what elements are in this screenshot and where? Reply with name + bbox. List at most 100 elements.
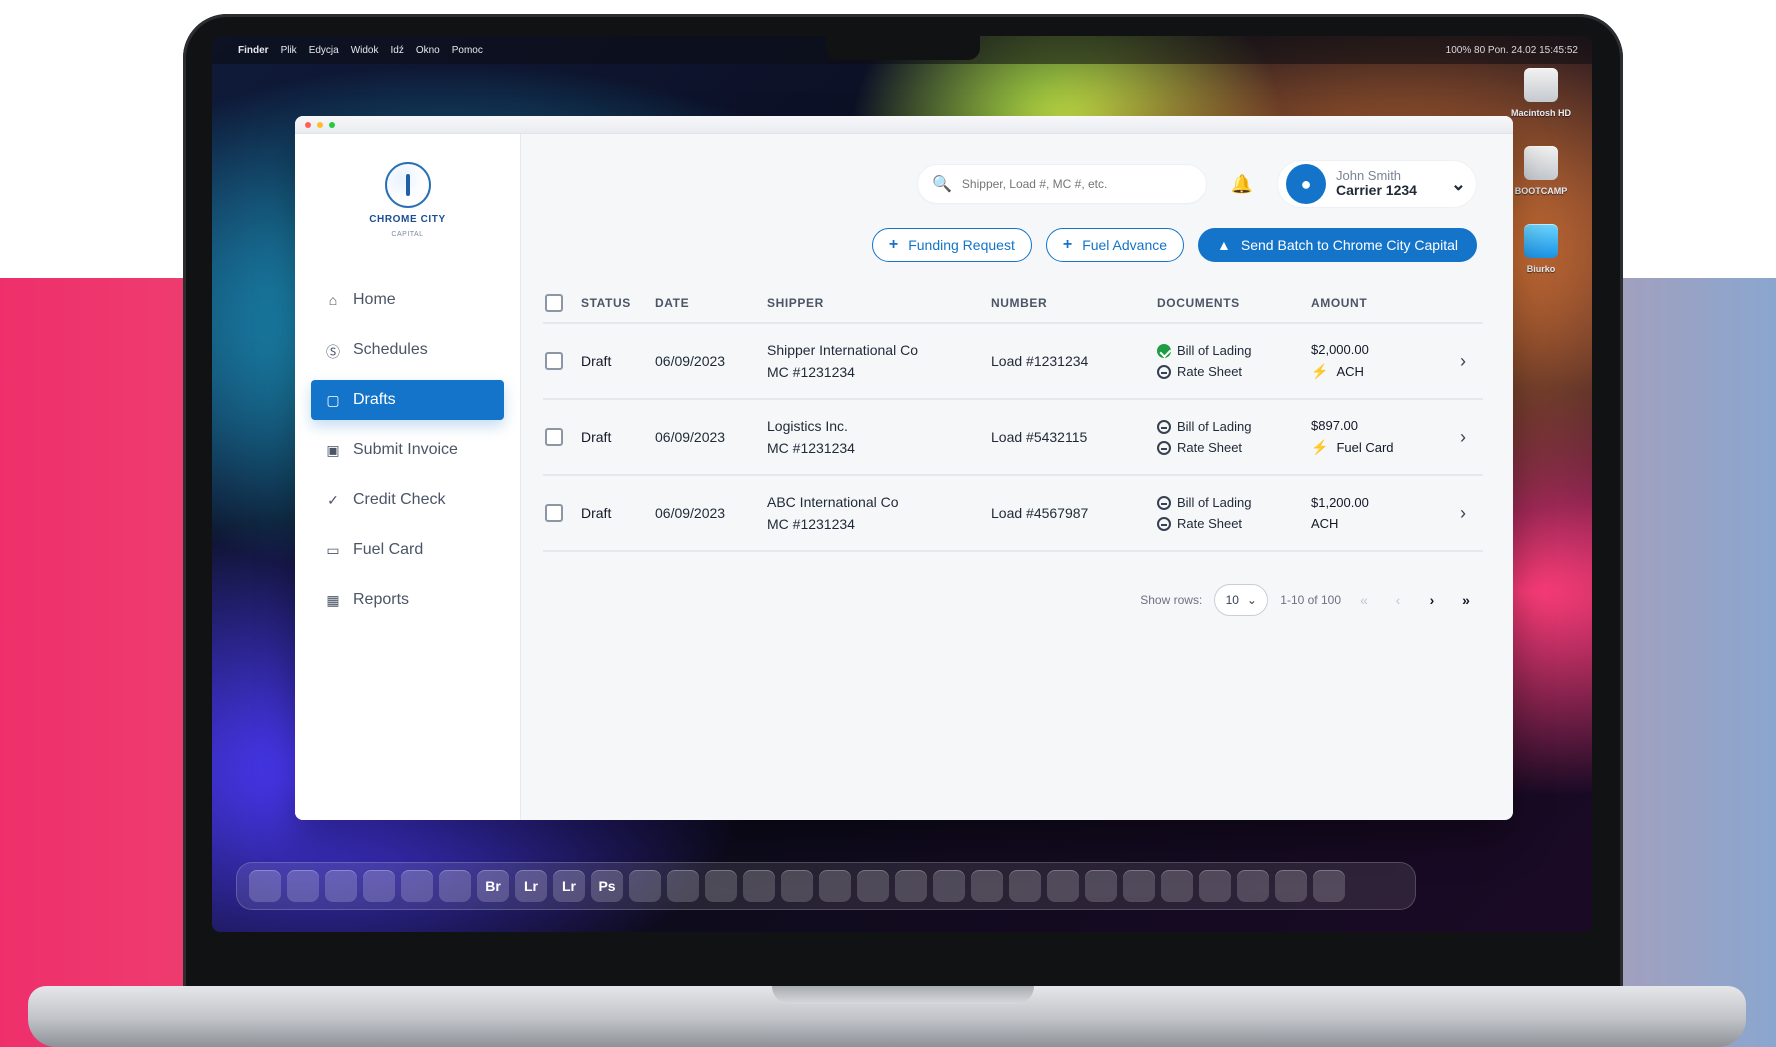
check-circle-icon (1157, 343, 1171, 358)
sidebar-item-drafts[interactable]: ▢ Drafts (311, 380, 504, 420)
maps-icon[interactable] (819, 870, 851, 902)
row-checkbox[interactable] (545, 504, 581, 522)
row-status: Draft (581, 353, 612, 369)
system-preferences-icon[interactable] (1199, 870, 1231, 902)
funding-request-button[interactable]: + Funding Request (871, 228, 1032, 262)
finder-icon[interactable] (249, 870, 281, 902)
menubar-right: 100% 80 Pon. 24.02 15:45:52 (1446, 45, 1578, 56)
menubar-item[interactable]: Widok (351, 45, 379, 56)
app-store-icon[interactable] (1161, 870, 1193, 902)
launchpad-icon[interactable] (325, 870, 357, 902)
next-page-icon[interactable]: › (1421, 589, 1443, 611)
calendar-icon[interactable] (743, 870, 775, 902)
mail-icon[interactable] (1009, 870, 1041, 902)
row-checkbox[interactable] (545, 352, 581, 370)
keynote-icon[interactable] (895, 870, 927, 902)
notifications-bell-icon[interactable]: 🔔 (1225, 167, 1259, 201)
row-amount-value: $1,200.00 (1311, 495, 1369, 510)
sidebar-item-home[interactable]: ⌂ Home (311, 280, 504, 320)
lightroom-icon[interactable]: Lr (553, 870, 585, 902)
menubar-app-name[interactable]: Finder (238, 45, 269, 56)
menubar-item[interactable]: Pomoc (452, 45, 483, 56)
sidebar-item-credit-check[interactable]: ✓ Credit Check (311, 480, 504, 520)
chevron-right-icon[interactable]: › (1460, 351, 1466, 372)
document-label: Rate Sheet (1177, 364, 1243, 379)
chevron-down-icon[interactable]: ⌄ (1451, 174, 1466, 195)
menubar-item[interactable]: Edycja (309, 45, 339, 56)
rows-per-page-select[interactable]: 10 ⌄ (1214, 584, 1269, 616)
table-row[interactable]: Draft 06/09/2023 ABC International Co MC… (543, 476, 1483, 552)
chevron-right-icon[interactable]: › (1460, 427, 1466, 448)
column-header-amount[interactable]: AMOUNT (1311, 296, 1443, 310)
sidebar-item-schedules[interactable]: Ⓢ Schedules (311, 330, 504, 370)
safari-icon[interactable] (363, 870, 395, 902)
sidebar-item-fuel-card[interactable]: ▭ Fuel Card (311, 530, 504, 570)
trash-icon[interactable] (1313, 870, 1345, 902)
app-window: CHROME CITY CAPITAL ⌂ Home Ⓢ Schedules ▢… (295, 116, 1513, 820)
sidebar-item-reports[interactable]: ▦ Reports (311, 580, 504, 620)
column-header-shipper[interactable]: SHIPPER (767, 296, 991, 310)
column-header-status[interactable]: STATUS (581, 296, 655, 310)
last-page-icon[interactable]: » (1455, 589, 1477, 611)
facetime-icon[interactable] (971, 870, 1003, 902)
photoshop-icon[interactable]: Ps (591, 870, 623, 902)
user-menu[interactable]: ● John Smith Carrier 1234 ⌄ (1277, 160, 1477, 208)
settings-icon[interactable] (401, 870, 433, 902)
column-header-number[interactable]: NUMBER (991, 296, 1157, 310)
row-checkbox[interactable] (545, 428, 581, 446)
document-rate-sheet[interactable]: Rate Sheet (1157, 440, 1311, 455)
document-rate-sheet[interactable]: Rate Sheet (1157, 364, 1311, 379)
search-bar[interactable]: 🔍 (917, 164, 1207, 204)
document-rate-sheet[interactable]: Rate Sheet (1157, 516, 1311, 531)
search-input[interactable] (961, 177, 1192, 191)
bolt-icon: ⚡ (1311, 439, 1329, 455)
table-row[interactable]: Draft 06/09/2023 Logistics Inc. MC #1231… (543, 400, 1483, 476)
numbers-icon[interactable] (705, 870, 737, 902)
logo-bar (405, 174, 410, 196)
messages-icon[interactable] (933, 870, 965, 902)
sidebar-item-submit-invoice[interactable]: ▣ Submit Invoice (311, 430, 504, 470)
row-payment-method: ⚡ ACH (1311, 363, 1443, 380)
document-bill-of-lading[interactable]: Bill of Lading (1157, 495, 1311, 510)
column-header-date[interactable]: DATE (655, 296, 767, 310)
close-window-button[interactable] (305, 121, 311, 128)
notes-icon[interactable] (629, 870, 661, 902)
document-bill-of-lading[interactable]: Bill of Lading (1157, 343, 1311, 358)
fuel-advance-button[interactable]: + Fuel Advance (1045, 228, 1185, 262)
reminders-icon[interactable] (781, 870, 813, 902)
document-bill-of-lading[interactable]: Bill of Lading (1157, 419, 1311, 434)
payment-method-label: Fuel Card (1336, 440, 1394, 455)
spotify-icon[interactable] (1275, 870, 1307, 902)
music-icon[interactable] (1047, 870, 1079, 902)
button-label: Funding Request (908, 237, 1015, 253)
column-header-documents[interactable]: DOCUMENTS (1157, 296, 1311, 310)
desktop-item[interactable]: Biurko (1524, 224, 1558, 274)
chevron-right-icon[interactable]: › (1460, 503, 1466, 524)
podcasts-icon[interactable] (1085, 870, 1117, 902)
desktop-item[interactable]: BOOTCAMP (1515, 146, 1567, 196)
zoom-window-button[interactable] (329, 121, 335, 128)
menubar-item[interactable]: Okno (416, 45, 440, 56)
bridge-app-icon[interactable]: Br (477, 870, 509, 902)
photos-icon[interactable] (857, 870, 889, 902)
select-all-checkbox[interactable] (545, 294, 581, 312)
desktop-item[interactable]: Macintosh HD (1511, 68, 1571, 118)
minus-circle-icon (1157, 419, 1171, 434)
siri-icon[interactable] (287, 870, 319, 902)
app-icon[interactable] (439, 870, 471, 902)
menubar-item[interactable]: Plik (281, 45, 297, 56)
minimize-window-button[interactable] (317, 121, 323, 128)
books-icon[interactable] (1237, 870, 1269, 902)
tv-icon[interactable] (1123, 870, 1155, 902)
lightroom-icon[interactable]: Lr (515, 870, 547, 902)
table-row[interactable]: Draft 06/09/2023 Shipper International C… (543, 324, 1483, 400)
menubar-item[interactable]: Idź (391, 45, 404, 56)
minus-circle-icon (1157, 495, 1171, 510)
drafts-table: STATUS DATE SHIPPER NUMBER DOCUMENTS AMO… (543, 284, 1483, 552)
stickies-icon[interactable] (667, 870, 699, 902)
first-page-icon[interactable]: « (1353, 589, 1375, 611)
send-batch-button[interactable]: ▲ Send Batch to Chrome City Capital (1198, 228, 1477, 262)
sidebar-item-label: Submit Invoice (353, 441, 458, 458)
document-label: Bill of Lading (1177, 495, 1252, 510)
prev-page-icon[interactable]: ‹ (1387, 589, 1409, 611)
